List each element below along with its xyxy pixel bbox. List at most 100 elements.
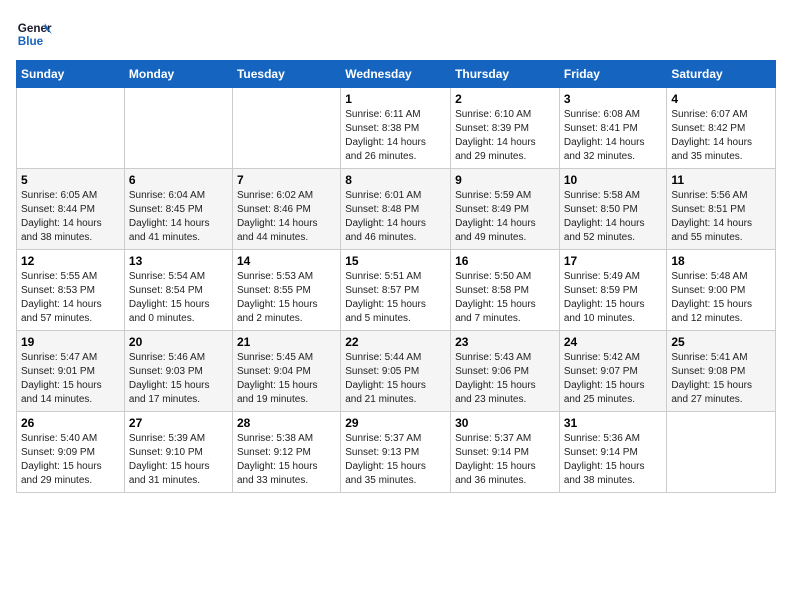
calendar-cell: 29 Sunrise: 5:37 AM Sunset: 9:13 PM Dayli… bbox=[341, 412, 451, 493]
day-number: 9 bbox=[455, 173, 555, 187]
day-number: 5 bbox=[21, 173, 120, 187]
calendar-cell: 13 Sunrise: 5:54 AM Sunset: 8:54 PM Dayli… bbox=[124, 250, 232, 331]
day-number: 6 bbox=[129, 173, 228, 187]
day-info: Sunrise: 6:11 AM Sunset: 8:38 PM Dayligh… bbox=[345, 108, 446, 164]
day-number: 28 bbox=[237, 416, 336, 430]
calendar-cell: 6Sunrise: 6:04 AM Sunset: 8:45 PM Daylig… bbox=[124, 169, 232, 250]
day-info: Sunrise: 5:59 AM Sunset: 8:49 PM Dayligh… bbox=[455, 189, 555, 245]
weekday-header: Sunday bbox=[17, 61, 125, 88]
day-number: 16 bbox=[455, 254, 555, 268]
calendar-cell: 10 Sunrise: 5:58 AM Sunset: 8:50 PM Dayli… bbox=[559, 169, 667, 250]
calendar-cell: 28Sunrise: 5:38 AM Sunset: 9:12 PM Dayli… bbox=[232, 412, 340, 493]
day-number: 3 bbox=[564, 92, 663, 106]
calendar-cell: 21Sunrise: 5:45 AM Sunset: 9:04 PM Dayli… bbox=[232, 331, 340, 412]
weekday-header: Wednesday bbox=[341, 61, 451, 88]
weekday-header-row: SundayMondayTuesdayWednesdayThursdayFrid… bbox=[17, 61, 776, 88]
day-number: 29 bbox=[345, 416, 446, 430]
logo: General Blue bbox=[16, 16, 52, 52]
day-info: Sunrise: 5:44 AM Sunset: 9:05 PM Dayligh… bbox=[345, 351, 446, 407]
day-number: 17 bbox=[564, 254, 663, 268]
day-info: Sunrise: 5:37 AM Sunset: 9:14 PM Dayligh… bbox=[455, 432, 555, 488]
calendar-cell: 9 Sunrise: 5:59 AM Sunset: 8:49 PM Daylig… bbox=[451, 169, 560, 250]
day-number: 8 bbox=[345, 173, 446, 187]
day-number: 27 bbox=[129, 416, 228, 430]
logo-icon: General Blue bbox=[16, 16, 52, 52]
calendar-cell: 5 Sunrise: 6:05 AM Sunset: 8:44 PM Daylig… bbox=[17, 169, 125, 250]
day-info: Sunrise: 5:55 AM Sunset: 8:53 PM Dayligh… bbox=[21, 270, 120, 326]
day-info: Sunrise: 5:56 AM Sunset: 8:51 PM Dayligh… bbox=[671, 189, 771, 245]
day-info: Sunrise: 6:07 AM Sunset: 8:42 PM Dayligh… bbox=[671, 108, 771, 164]
calendar-cell: 17 Sunrise: 5:49 AM Sunset: 8:59 PM Dayli… bbox=[559, 250, 667, 331]
calendar-cell: 8 Sunrise: 6:01 AM Sunset: 8:48 PM Daylig… bbox=[341, 169, 451, 250]
calendar-cell: 4 Sunrise: 6:07 AM Sunset: 8:42 PM Daylig… bbox=[667, 88, 776, 169]
day-info: Sunrise: 5:54 AM Sunset: 8:54 PM Dayligh… bbox=[129, 270, 228, 326]
calendar-week-row: 19Sunrise: 5:47 AM Sunset: 9:01 PM Dayli… bbox=[17, 331, 776, 412]
calendar-week-row: 26 Sunrise: 5:40 AM Sunset: 9:09 PM Dayli… bbox=[17, 412, 776, 493]
day-info: Sunrise: 5:43 AM Sunset: 9:06 PM Dayligh… bbox=[455, 351, 555, 407]
day-info: Sunrise: 5:58 AM Sunset: 8:50 PM Dayligh… bbox=[564, 189, 663, 245]
day-info: Sunrise: 5:48 AM Sunset: 9:00 PM Dayligh… bbox=[671, 270, 771, 326]
day-number: 31 bbox=[564, 416, 663, 430]
day-number: 19 bbox=[21, 335, 120, 349]
calendar-week-row: 5 Sunrise: 6:05 AM Sunset: 8:44 PM Daylig… bbox=[17, 169, 776, 250]
calendar-cell: 2 Sunrise: 6:10 AM Sunset: 8:39 PM Daylig… bbox=[451, 88, 560, 169]
day-info: Sunrise: 6:05 AM Sunset: 8:44 PM Dayligh… bbox=[21, 189, 120, 245]
calendar-cell: 20Sunrise: 5:46 AM Sunset: 9:03 PM Dayli… bbox=[124, 331, 232, 412]
calendar-cell: 22 Sunrise: 5:44 AM Sunset: 9:05 PM Dayli… bbox=[341, 331, 451, 412]
calendar-cell: 19Sunrise: 5:47 AM Sunset: 9:01 PM Dayli… bbox=[17, 331, 125, 412]
day-number: 23 bbox=[455, 335, 555, 349]
calendar-cell: 7Sunrise: 6:02 AM Sunset: 8:46 PM Daylig… bbox=[232, 169, 340, 250]
calendar-cell: 23 Sunrise: 5:43 AM Sunset: 9:06 PM Dayli… bbox=[451, 331, 560, 412]
day-number: 2 bbox=[455, 92, 555, 106]
day-number: 14 bbox=[237, 254, 336, 268]
calendar-cell: 25Sunrise: 5:41 AM Sunset: 9:08 PM Dayli… bbox=[667, 331, 776, 412]
day-info: Sunrise: 6:10 AM Sunset: 8:39 PM Dayligh… bbox=[455, 108, 555, 164]
day-info: Sunrise: 6:08 AM Sunset: 8:41 PM Dayligh… bbox=[564, 108, 663, 164]
day-info: Sunrise: 6:01 AM Sunset: 8:48 PM Dayligh… bbox=[345, 189, 446, 245]
weekday-header: Monday bbox=[124, 61, 232, 88]
weekday-header: Thursday bbox=[451, 61, 560, 88]
day-info: Sunrise: 5:46 AM Sunset: 9:03 PM Dayligh… bbox=[129, 351, 228, 407]
weekday-header: Friday bbox=[559, 61, 667, 88]
page-header: General Blue bbox=[16, 16, 776, 52]
day-info: Sunrise: 5:40 AM Sunset: 9:09 PM Dayligh… bbox=[21, 432, 120, 488]
calendar-cell bbox=[17, 88, 125, 169]
calendar-cell: 24 Sunrise: 5:42 AM Sunset: 9:07 PM Dayli… bbox=[559, 331, 667, 412]
calendar-cell: 26 Sunrise: 5:40 AM Sunset: 9:09 PM Dayli… bbox=[17, 412, 125, 493]
calendar-cell bbox=[232, 88, 340, 169]
day-info: Sunrise: 5:41 AM Sunset: 9:08 PM Dayligh… bbox=[671, 351, 771, 407]
day-info: Sunrise: 5:53 AM Sunset: 8:55 PM Dayligh… bbox=[237, 270, 336, 326]
calendar-week-row: 12 Sunrise: 5:55 AM Sunset: 8:53 PM Dayli… bbox=[17, 250, 776, 331]
weekday-header: Saturday bbox=[667, 61, 776, 88]
calendar-cell: 27Sunrise: 5:39 AM Sunset: 9:10 PM Dayli… bbox=[124, 412, 232, 493]
day-info: Sunrise: 5:51 AM Sunset: 8:57 PM Dayligh… bbox=[345, 270, 446, 326]
calendar-cell: 30 Sunrise: 5:37 AM Sunset: 9:14 PM Dayli… bbox=[451, 412, 560, 493]
calendar-week-row: 1Sunrise: 6:11 AM Sunset: 8:38 PM Daylig… bbox=[17, 88, 776, 169]
day-info: Sunrise: 5:37 AM Sunset: 9:13 PM Dayligh… bbox=[345, 432, 446, 488]
day-number: 24 bbox=[564, 335, 663, 349]
day-info: Sunrise: 5:50 AM Sunset: 8:58 PM Dayligh… bbox=[455, 270, 555, 326]
day-number: 30 bbox=[455, 416, 555, 430]
day-number: 11 bbox=[671, 173, 771, 187]
day-info: Sunrise: 5:49 AM Sunset: 8:59 PM Dayligh… bbox=[564, 270, 663, 326]
svg-text:Blue: Blue bbox=[18, 35, 44, 48]
calendar-cell: 15Sunrise: 5:51 AM Sunset: 8:57 PM Dayli… bbox=[341, 250, 451, 331]
calendar-cell bbox=[667, 412, 776, 493]
day-number: 18 bbox=[671, 254, 771, 268]
day-number: 12 bbox=[21, 254, 120, 268]
day-number: 26 bbox=[21, 416, 120, 430]
day-number: 22 bbox=[345, 335, 446, 349]
day-number: 7 bbox=[237, 173, 336, 187]
calendar-cell: 14 Sunrise: 5:53 AM Sunset: 8:55 PM Dayli… bbox=[232, 250, 340, 331]
weekday-header: Tuesday bbox=[232, 61, 340, 88]
calendar-cell: 12 Sunrise: 5:55 AM Sunset: 8:53 PM Dayli… bbox=[17, 250, 125, 331]
day-number: 13 bbox=[129, 254, 228, 268]
calendar-cell: 3 Sunrise: 6:08 AM Sunset: 8:41 PM Daylig… bbox=[559, 88, 667, 169]
calendar-table: SundayMondayTuesdayWednesdayThursdayFrid… bbox=[16, 60, 776, 493]
calendar-cell: 31 Sunrise: 5:36 AM Sunset: 9:14 PM Dayli… bbox=[559, 412, 667, 493]
day-number: 4 bbox=[671, 92, 771, 106]
calendar-cell: 1Sunrise: 6:11 AM Sunset: 8:38 PM Daylig… bbox=[341, 88, 451, 169]
day-number: 10 bbox=[564, 173, 663, 187]
day-info: Sunrise: 5:36 AM Sunset: 9:14 PM Dayligh… bbox=[564, 432, 663, 488]
day-info: Sunrise: 5:42 AM Sunset: 9:07 PM Dayligh… bbox=[564, 351, 663, 407]
